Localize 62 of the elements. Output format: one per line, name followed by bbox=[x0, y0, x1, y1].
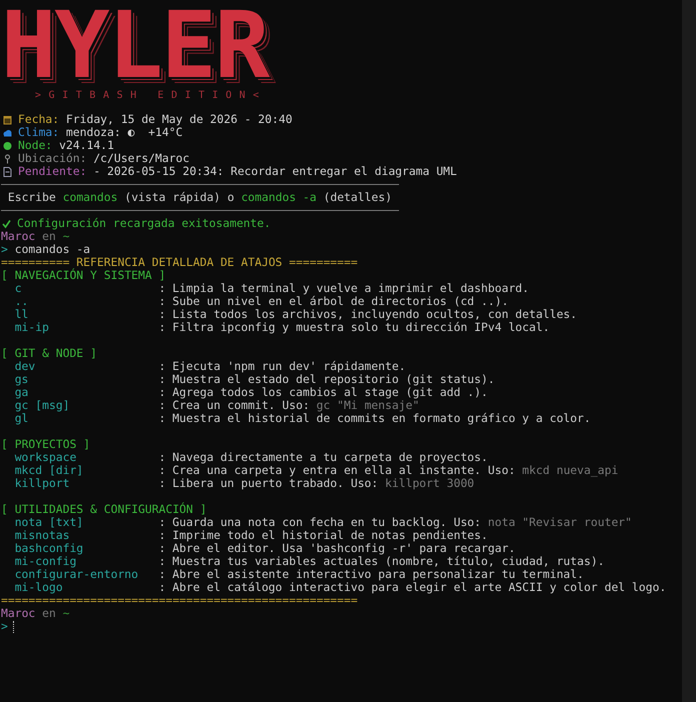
command-name: killport bbox=[14, 477, 71, 490]
prompt-line: Maroc en ~ bbox=[1, 230, 70, 243]
command-description: : Abre el asistente interactivo para personalizar tu terminal. bbox=[158, 568, 584, 581]
command-name: mi-config bbox=[14, 555, 76, 568]
section-title: [ UTILIDADES & CONFIGURACIÓN ] bbox=[1, 503, 207, 516]
command-name: mi-ip bbox=[14, 321, 50, 334]
command-description: : Ejecuta 'npm run dev' rápidamente. bbox=[158, 360, 406, 373]
hint-line: Escribe comandos (vista rápida) o comandos -a (detalles) bbox=[6, 191, 392, 204]
info-line: Node: v24.14.1 bbox=[18, 139, 114, 152]
command-description: : Sube un nivel en el árbol de directorios (cd ..). bbox=[158, 295, 508, 308]
command-description: : Abre el editor. Usa 'bashconfig -r' para recargar. bbox=[158, 542, 516, 555]
command-name: misnotas bbox=[14, 529, 71, 542]
command-name: ga bbox=[14, 386, 30, 399]
command-line: > comandos -a bbox=[1, 243, 90, 256]
command-description: : Abre el catálogo interactivo para elegir el arte ASCII y color del logo. bbox=[158, 581, 666, 594]
command-name: dev bbox=[14, 360, 36, 373]
command-description: : Libera un puerto trabado. Uso: killport 3000 bbox=[158, 477, 474, 490]
command-description: : Crea un commit. Uso: gc "Mi mensaje" bbox=[158, 399, 420, 412]
status-message: Configuración recargada exitosamente. bbox=[17, 217, 271, 230]
command-description: : Crea una carpeta y entra en ella al instante. Uso: mkcd nueva_api bbox=[158, 464, 618, 477]
command-name: bashconfig bbox=[14, 542, 84, 555]
pin-icon bbox=[3, 154, 12, 164]
section-title: [ GIT & NODE ] bbox=[1, 347, 98, 360]
document-icon bbox=[3, 166, 12, 176]
info-line: Clima: mendoza: ◐ +14°C bbox=[18, 126, 183, 139]
command-name: gl bbox=[14, 412, 30, 425]
command-name: mi-logo bbox=[14, 581, 63, 594]
reference-header: ========== REFERENCIA DETALLADA DE ATAJOS ========== bbox=[1, 256, 358, 269]
text-cursor bbox=[12, 620, 14, 632]
command-description: : Muestra tus variables actuales (nombre, título, ciudad, rutas). bbox=[158, 555, 604, 568]
command-description: : Navega directamente a tu carpeta de proyectos. bbox=[158, 451, 488, 464]
check-icon bbox=[2, 218, 11, 228]
command-description: : Imprime todo el historial de notas pendientes. bbox=[158, 529, 488, 542]
command-name: configurar-entorno bbox=[14, 568, 140, 581]
command-name: gs bbox=[14, 373, 30, 386]
command-description: : Guarda una nota con fecha en tu backlog. Uso: nota "Revisar router" bbox=[158, 516, 632, 529]
calendar-icon bbox=[3, 114, 12, 124]
command-name: .. bbox=[14, 295, 30, 308]
reference-footer: ==================================================== bbox=[1, 594, 358, 607]
command-name: ll bbox=[14, 308, 30, 321]
command-line: > bbox=[1, 620, 8, 633]
section-title: [ PROYECTOS ] bbox=[1, 438, 90, 451]
logo-subtitle: >GITBASH EDITION< bbox=[35, 90, 267, 101]
info-line: Pendiente: - 2026-05-15 20:34: Recordar entregar el diagrama UML bbox=[18, 165, 457, 178]
command-name: nota [txt] bbox=[14, 516, 84, 529]
command-name: mkcd [dir] bbox=[14, 464, 84, 477]
command-name: gc [msg] bbox=[14, 399, 71, 412]
prompt-line: Maroc en ~ bbox=[1, 607, 70, 620]
command-name: workspace bbox=[14, 451, 78, 464]
command-description: : Muestra el historial de commits en formato gráfico y a color. bbox=[158, 412, 591, 425]
command-description: : Filtra ipconfig y muestra solo tu dirección IPv4 local. bbox=[158, 321, 550, 334]
command-description: : Agrega todos los cambios al stage (git add .). bbox=[158, 386, 488, 399]
cloud-icon bbox=[3, 128, 12, 138]
logo-text: HYLER bbox=[1, 6, 268, 86]
command-description: : Muestra el estado del repositorio (git status). bbox=[158, 373, 495, 386]
command-description: : Limpia la terminal y vuelve a imprimir el dashboard. bbox=[158, 282, 530, 295]
info-line: Ubicación: /c/Users/Maroc bbox=[18, 152, 190, 165]
section-title: [ NAVEGACIÓN Y SISTEMA ] bbox=[1, 269, 166, 282]
dot-icon bbox=[3, 140, 12, 150]
command-description: : Lista todos los archivos, incluyendo ocultos, con detalles. bbox=[158, 308, 578, 321]
info-line: Fecha: Friday, 15 de May de 2026 - 20:40 bbox=[18, 113, 292, 126]
command-name: c bbox=[14, 282, 23, 295]
